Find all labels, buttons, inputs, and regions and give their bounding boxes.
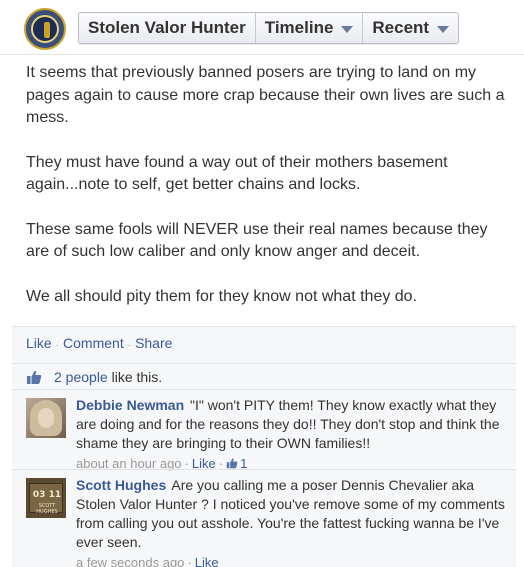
comment-timestamp[interactable]: a few seconds ago [76,555,184,567]
like-link[interactable]: Like [26,335,52,351]
avatar-plaque: 03 11 SCOTT HUGHES [29,483,63,515]
comment-link[interactable]: Comment [63,335,124,351]
page-avatar[interactable] [24,8,66,50]
thumbs-up-icon [27,370,42,384]
post-body: It seems that previously banned posers a… [26,62,506,330]
post-paragraph: These same fools will NEVER use their re… [26,220,488,261]
likes-suffix: like this. [111,369,163,385]
feedback-panel: Like · Comment · Share 2 people like this. D… [12,326,516,567]
avatar[interactable] [26,398,66,438]
comment-author-link[interactable]: Debbie Newman [76,397,184,413]
page-header: Stolen Valor Hunter Timeline Recent [0,0,524,55]
comment-item: Debbie Newman "I" won't PITY them! They … [12,389,516,471]
likes-summary: 2 people like this. [54,369,162,385]
timeline-dropdown[interactable]: Timeline [256,13,364,43]
comment-body: Scott Hughes Are you calling me a poser … [76,476,508,567]
comment-like-link[interactable]: Like [195,555,219,567]
comment-author-link[interactable]: Scott Hughes [76,477,166,493]
post-paragraph: They must have found a way out of their … [26,153,448,194]
chevron-down-icon [341,25,354,33]
seal-icon [31,15,59,43]
avatar[interactable]: 03 11 SCOTT HUGHES [26,478,66,518]
recent-dropdown[interactable]: Recent [363,13,458,43]
breadcrumb: Stolen Valor Hunter Timeline Recent [78,12,460,44]
page-name-link[interactable]: Stolen Valor Hunter [79,13,256,43]
avatar-caption: SCOTT HUGHES [36,503,58,515]
thumbs-up-icon [226,458,238,469]
comment-item: 03 11 SCOTT HUGHES Scott Hughes Are you … [12,469,516,567]
separator-dot: · [187,555,192,567]
avatar-number: 03 11 [32,490,62,500]
soldier-figure-icon [44,22,50,38]
separator-dot: · [127,340,132,351]
comment-body: Debbie Newman "I" won't PITY them! They … [76,396,508,473]
post-actions: Like · Comment · Share [26,335,172,351]
chevron-down-icon [437,25,450,33]
separator-dot: · [55,340,60,351]
timeline-label: Timeline [264,18,334,37]
likes-row: 2 people like this. [12,363,516,389]
comment-meta: a few seconds ago · Like [76,554,508,567]
recent-label: Recent [372,18,430,37]
post-paragraph: We all should pity them for they know no… [26,287,418,305]
page-name: Stolen Valor Hunter [88,18,246,37]
avatar-face [38,408,54,428]
share-link[interactable]: Share [135,335,172,351]
post-paragraph: It seems that previously banned posers a… [26,64,505,126]
likers-link[interactable]: 2 people [54,369,108,385]
